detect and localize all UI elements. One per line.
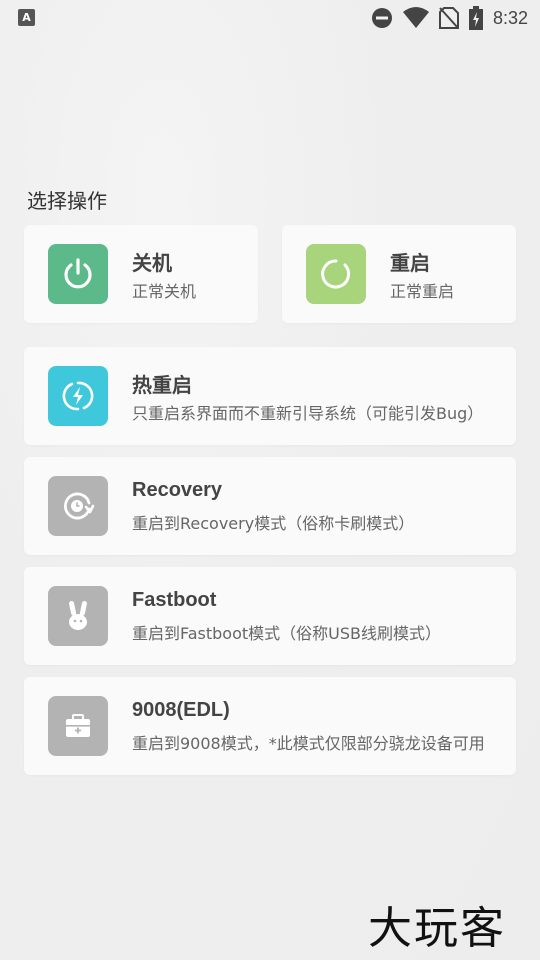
bunny-icon	[48, 586, 108, 646]
fastboot-title: Fastboot	[132, 589, 217, 611]
fastboot-desc: 重启到Fastboot模式（俗称USB线刷模式）	[132, 624, 442, 643]
hot-reboot-desc: 只重启系界面而不重新引导系统（可能引发Bug）	[132, 404, 484, 423]
no-sim-icon	[438, 7, 459, 29]
reboot-title: 重启	[390, 253, 430, 275]
edl-desc: 重启到9008模式，*此模式仅限部分骁龙设备可用	[132, 734, 485, 753]
status-bar: A 8:32	[0, 0, 540, 36]
recovery-desc: 重启到Recovery模式（俗称卡刷模式）	[132, 514, 415, 533]
toolbox-icon	[48, 696, 108, 756]
watermark-logo: 大玩客	[368, 903, 506, 954]
wifi-icon	[402, 7, 429, 29]
shutdown-card[interactable]: 关机 正常关机	[24, 225, 258, 323]
section-title: 选择操作	[27, 189, 107, 213]
shutdown-title: 关机	[132, 253, 172, 275]
hot-reboot-card[interactable]: 热重启 只重启系界面而不重新引导系统（可能引发Bug）	[24, 347, 516, 445]
power-icon	[48, 244, 108, 304]
edl-card[interactable]: 9008(EDL) 重启到9008模式，*此模式仅限部分骁龙设备可用	[24, 677, 516, 775]
restart-icon	[306, 244, 366, 304]
reboot-desc: 正常重启	[390, 282, 455, 301]
hot-reboot-title: 热重启	[132, 375, 192, 397]
do-not-disturb-icon	[371, 7, 393, 29]
fastboot-card[interactable]: Fastboot 重启到Fastboot模式（俗称USB线刷模式）	[24, 567, 516, 665]
recovery-card[interactable]: Recovery 重启到Recovery模式（俗称卡刷模式）	[24, 457, 516, 555]
shutdown-desc: 正常关机	[132, 282, 197, 301]
notification-app-icon: A	[18, 9, 35, 26]
recovery-title: Recovery	[132, 479, 223, 501]
battery-charging-icon	[468, 6, 483, 30]
lightning-refresh-icon	[48, 366, 108, 426]
edl-title: 9008(EDL)	[132, 699, 230, 721]
status-icons: 8:32	[371, 6, 528, 30]
clock: 8:32	[492, 7, 528, 28]
clock-refresh-icon	[48, 476, 108, 536]
reboot-card[interactable]: 重启 正常重启	[282, 225, 516, 323]
